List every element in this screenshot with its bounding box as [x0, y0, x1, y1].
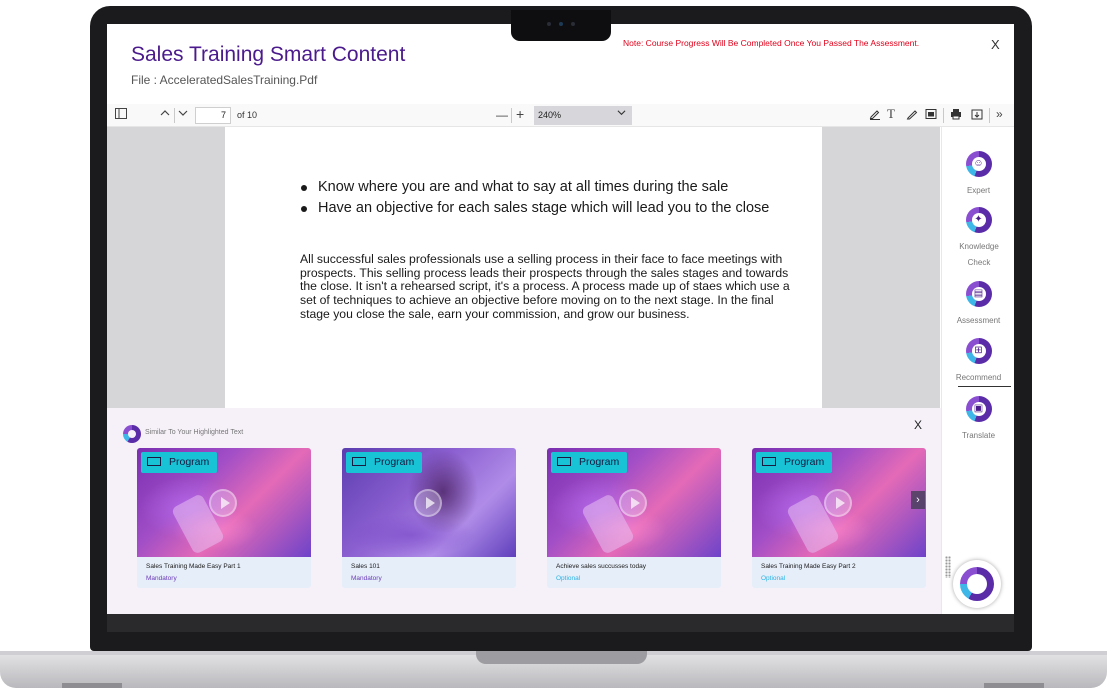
- rail-label: Expert: [966, 186, 991, 195]
- sidebar-toggle-icon[interactable]: [115, 108, 127, 123]
- program-badge: Program: [551, 452, 628, 473]
- program-badge: Program: [756, 452, 833, 473]
- assistant-logo-icon: [960, 567, 994, 601]
- bullet-item: Have an objective for each sales stage w…: [301, 198, 769, 219]
- clipboard-icon: ▤: [965, 281, 992, 307]
- rail-label: Recommend: [955, 373, 1002, 382]
- close-button[interactable]: X: [991, 37, 1000, 52]
- play-icon[interactable]: [414, 489, 442, 517]
- rail-label: Assessment: [956, 316, 1001, 325]
- card-thumbnail: Program: [752, 448, 926, 557]
- zoom-out-button[interactable]: —: [496, 108, 508, 122]
- program-card[interactable]: Program Sales 101 Mandatory: [342, 448, 516, 588]
- program-badge: Program: [346, 452, 423, 473]
- next-page-icon[interactable]: [178, 108, 188, 122]
- laptop-icon: [762, 456, 776, 466]
- card-title: Achieve sales succusses today: [556, 563, 646, 570]
- recommend-icon: ⊞: [965, 338, 992, 364]
- camera-dot: [547, 22, 551, 26]
- previous-page-icon[interactable]: [160, 108, 170, 122]
- camera-notch: [511, 10, 611, 41]
- program-card[interactable]: Program Sales Training Made Easy Part 1 …: [137, 448, 311, 588]
- progress-note: Note: Course Progress Will Be Completed …: [623, 38, 920, 48]
- camera-lens: [559, 22, 563, 26]
- program-card[interactable]: Program Sales Training Made Easy Part 2 …: [752, 448, 926, 588]
- print-icon[interactable]: [950, 108, 962, 124]
- rail-item-assessment[interactable]: ▤ Assessment: [942, 281, 1014, 329]
- laptop-icon: [147, 456, 161, 466]
- bullet-item: Know where you are and what to say at al…: [301, 177, 769, 198]
- pdf-toolbar: 7 of 10 — + 240% T »: [107, 104, 1014, 127]
- laptop-bezel-bottom: [107, 614, 1014, 632]
- laptop-mockup: Sales Training Smart Content File : Acce…: [0, 0, 1107, 688]
- card-title: Sales Training Made Easy Part 1: [146, 563, 241, 570]
- draw-tool-icon[interactable]: [906, 108, 918, 124]
- bulb-icon: ✦: [965, 207, 992, 233]
- laptop-icon: [557, 456, 571, 466]
- page-number-input[interactable]: 7: [195, 107, 231, 124]
- card-requirement: Optional: [556, 575, 581, 582]
- pdf-viewport[interactable]: Know where you are and what to say at al…: [107, 127, 940, 408]
- zoom-select[interactable]: 240%: [534, 106, 632, 125]
- toolbar-divider: [511, 108, 512, 123]
- translate-icon: ▣: [965, 396, 992, 422]
- play-icon[interactable]: [209, 489, 237, 517]
- toolbar-divider: [943, 108, 944, 123]
- rail-label: Translate: [961, 431, 996, 440]
- chevron-down-icon: [617, 108, 626, 119]
- card-requirement: Mandatory: [351, 575, 382, 582]
- laptop-foot: [984, 683, 1044, 688]
- laptop-foot: [62, 683, 122, 688]
- card-title: Sales 101: [351, 563, 380, 570]
- zoom-value: 240%: [538, 110, 562, 120]
- active-underline: [958, 386, 1011, 387]
- toolbar-divider: [989, 108, 990, 123]
- file-name: File : AcceleratedSalesTraining.Pdf: [131, 73, 318, 87]
- camera-dot: [571, 22, 575, 26]
- rail-item-recommend[interactable]: ⊞ Recommend: [942, 338, 1014, 386]
- card-requirement: Optional: [761, 575, 786, 582]
- play-icon[interactable]: [824, 489, 852, 517]
- body-paragraph: All successful sales professionals use a…: [300, 252, 790, 321]
- program-card[interactable]: Program Achieve sales succusses today Op…: [547, 448, 721, 588]
- page-total: of 10: [237, 110, 258, 120]
- save-icon[interactable]: [971, 108, 983, 124]
- bullet-list: Know where you are and what to say at al…: [301, 177, 769, 219]
- rail-item-expert[interactable]: ☺ Expert: [942, 151, 1014, 199]
- card-title: Sales Training Made Easy Part 2: [761, 563, 856, 570]
- pdf-page: Know where you are and what to say at al…: [225, 127, 822, 408]
- more-tools-icon[interactable]: »: [996, 107, 1003, 121]
- close-similar-button[interactable]: X: [914, 418, 922, 432]
- rail-item-translate[interactable]: ▣ Translate: [942, 396, 1014, 444]
- assistant-fab-button[interactable]: [953, 560, 1001, 608]
- text-tool-icon[interactable]: T: [887, 107, 895, 121]
- drag-handle[interactable]: [945, 556, 951, 578]
- similar-panel-title: Similar To Your Highlighted Text: [145, 429, 244, 436]
- similar-content-panel: Similar To Your Highlighted Text X Progr…: [107, 408, 941, 614]
- rail-item-knowledge-check[interactable]: ✦ Knowledge Check: [942, 207, 1014, 271]
- program-badge: Program: [141, 452, 218, 473]
- laptop-opening-notch: [476, 651, 647, 664]
- carousel-next-button[interactable]: ›: [911, 491, 925, 509]
- app-screen: Sales Training Smart Content File : Acce…: [107, 24, 1014, 614]
- card-requirement: Mandatory: [146, 575, 177, 582]
- expert-icon: ☺: [965, 151, 992, 177]
- zoom-in-button[interactable]: +: [516, 107, 524, 121]
- rail-label: Knowledge Check: [959, 242, 999, 267]
- smart-content-logo-icon: [123, 425, 141, 443]
- toolbar-divider: [174, 108, 175, 123]
- card-thumbnail: Program: [137, 448, 311, 557]
- highlight-pen-icon[interactable]: [869, 108, 881, 124]
- card-thumbnail: Program: [342, 448, 516, 557]
- page-title: Sales Training Smart Content: [131, 43, 406, 66]
- image-tool-icon[interactable]: [925, 108, 937, 124]
- play-icon[interactable]: [619, 489, 647, 517]
- smart-tools-rail: ☺ Expert ✦ Knowledge Check ▤ Assessment …: [941, 127, 1014, 614]
- laptop-icon: [352, 456, 366, 466]
- card-thumbnail: Program: [547, 448, 721, 557]
